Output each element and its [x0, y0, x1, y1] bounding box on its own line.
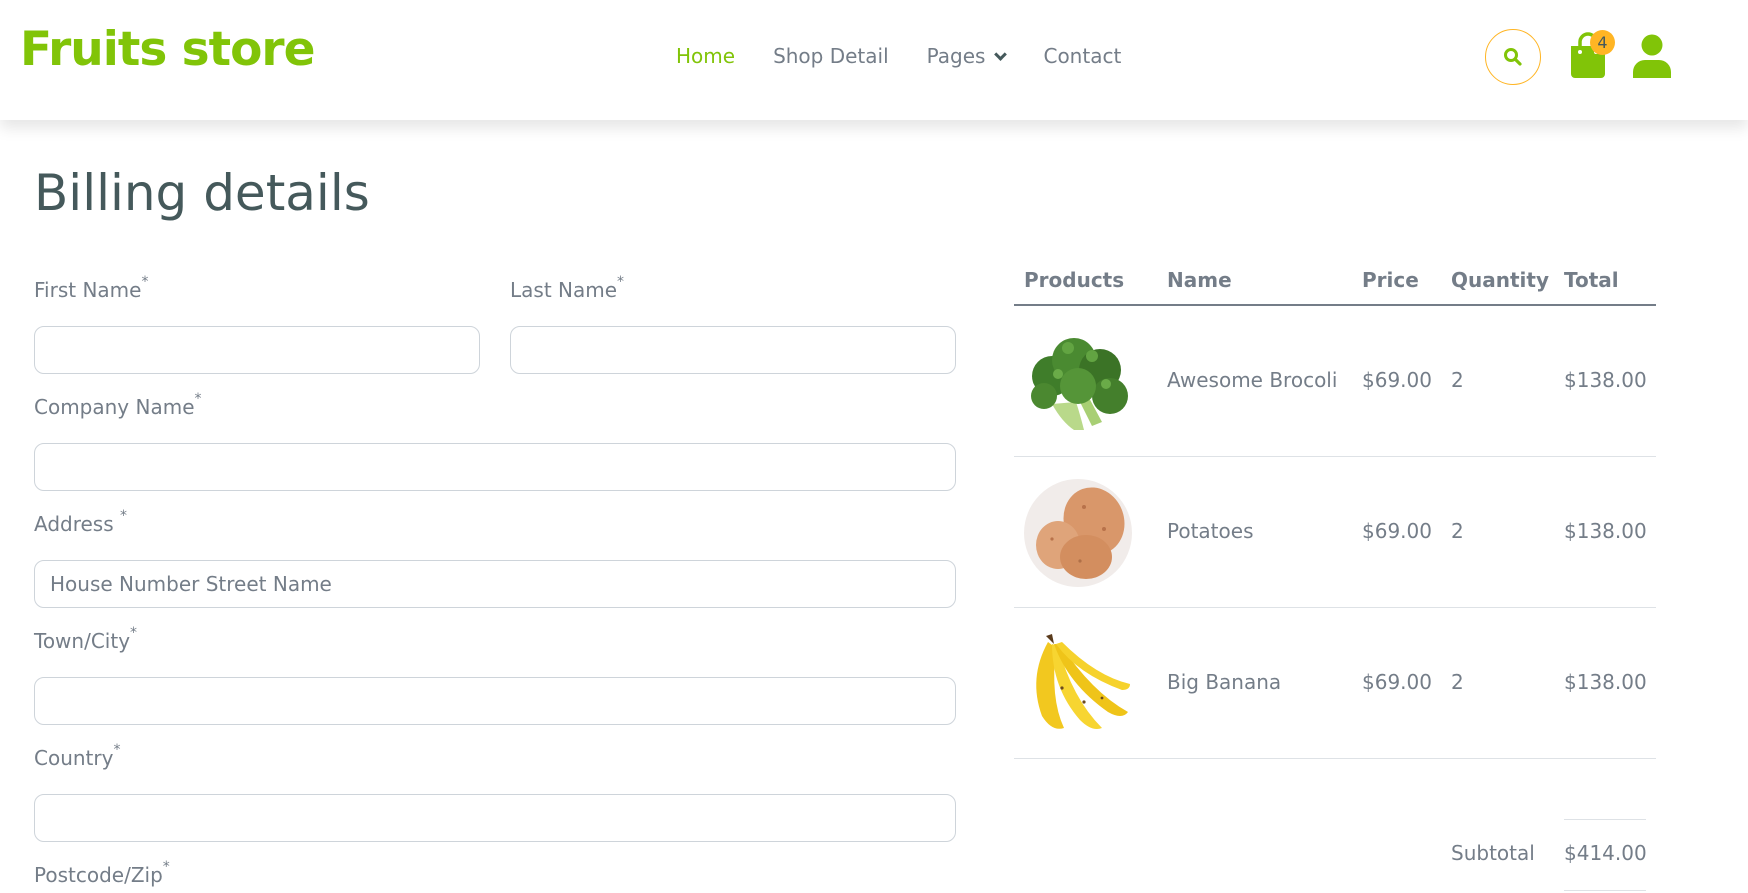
product-price: $69.00 — [1362, 519, 1432, 543]
last-name-label: Last Name* — [510, 274, 625, 302]
product-total: $138.00 — [1564, 519, 1647, 543]
potatoes-image — [1024, 479, 1132, 587]
col-price: Price — [1362, 268, 1419, 292]
first-name-field[interactable] — [34, 326, 480, 374]
product-quantity: 2 — [1451, 670, 1464, 694]
last-name-field[interactable] — [510, 326, 956, 374]
product-price: $69.00 — [1362, 368, 1432, 392]
product-total: $138.00 — [1564, 670, 1647, 694]
search-icon — [1504, 48, 1522, 66]
col-quantity: Quantity — [1451, 268, 1549, 292]
address-field[interactable] — [34, 560, 956, 608]
chevron-down-icon — [994, 47, 1008, 61]
product-quantity: 2 — [1451, 368, 1464, 392]
site-header: Fruits store Home Shop Detail Pages Cont… — [0, 0, 1748, 120]
subtotal-divider-top — [1564, 819, 1646, 820]
subtotal-value: $414.00 — [1564, 841, 1647, 865]
subtotal-label: Subtotal — [1451, 841, 1535, 865]
main-nav: Home Shop Detail Pages Contact — [676, 44, 1159, 68]
postcode-label: Postcode/Zip* — [34, 859, 170, 887]
product-quantity: 2 — [1451, 519, 1464, 543]
cart-count-badge: 4 — [1590, 30, 1615, 55]
first-name-label: First Name* — [34, 274, 149, 302]
order-table: Products Name Price Quantity Total Aweso… — [1014, 256, 1656, 759]
town-city-field[interactable] — [34, 677, 956, 725]
table-header: Products Name Price Quantity Total — [1014, 256, 1656, 306]
subtotal-row: Subtotal $414.00 — [1014, 759, 1656, 893]
product-name: Big Banana — [1167, 670, 1282, 694]
country-label: Country* — [34, 742, 121, 770]
site-logo[interactable]: Fruits store — [20, 22, 315, 77]
col-total: Total — [1564, 268, 1619, 292]
col-name: Name — [1167, 268, 1232, 292]
nav-pages[interactable]: Pages — [926, 44, 1008, 68]
product-price: $69.00 — [1362, 670, 1432, 694]
col-products: Products — [1024, 268, 1125, 292]
subtotal-divider-bottom — [1564, 890, 1646, 891]
table-row: Big Banana $69.00 2 $138.00 — [1014, 608, 1656, 759]
banana-image — [1036, 634, 1130, 729]
user-icon[interactable] — [1633, 34, 1671, 78]
nav-contact[interactable]: Contact — [1043, 44, 1121, 68]
table-row: Awesome Brocoli $69.00 2 $138.00 — [1014, 306, 1656, 457]
town-city-label: Town/City* — [34, 625, 138, 653]
country-field[interactable] — [34, 794, 956, 842]
nav-pages-label: Pages — [926, 44, 986, 68]
company-name-label: Company Name* — [34, 391, 202, 419]
address-label: Address * — [34, 508, 128, 536]
product-name: Awesome Brocoli — [1167, 368, 1338, 392]
search-button[interactable] — [1485, 29, 1541, 85]
nav-shop-detail[interactable]: Shop Detail — [773, 44, 889, 68]
broccoli-image — [1031, 338, 1128, 430]
product-total: $138.00 — [1564, 368, 1647, 392]
product-name: Potatoes — [1167, 519, 1254, 543]
page-title: Billing details — [34, 164, 370, 222]
nav-home[interactable]: Home — [676, 44, 735, 68]
table-row: Potatoes $69.00 2 $138.00 — [1014, 457, 1656, 608]
company-name-field[interactable] — [34, 443, 956, 491]
